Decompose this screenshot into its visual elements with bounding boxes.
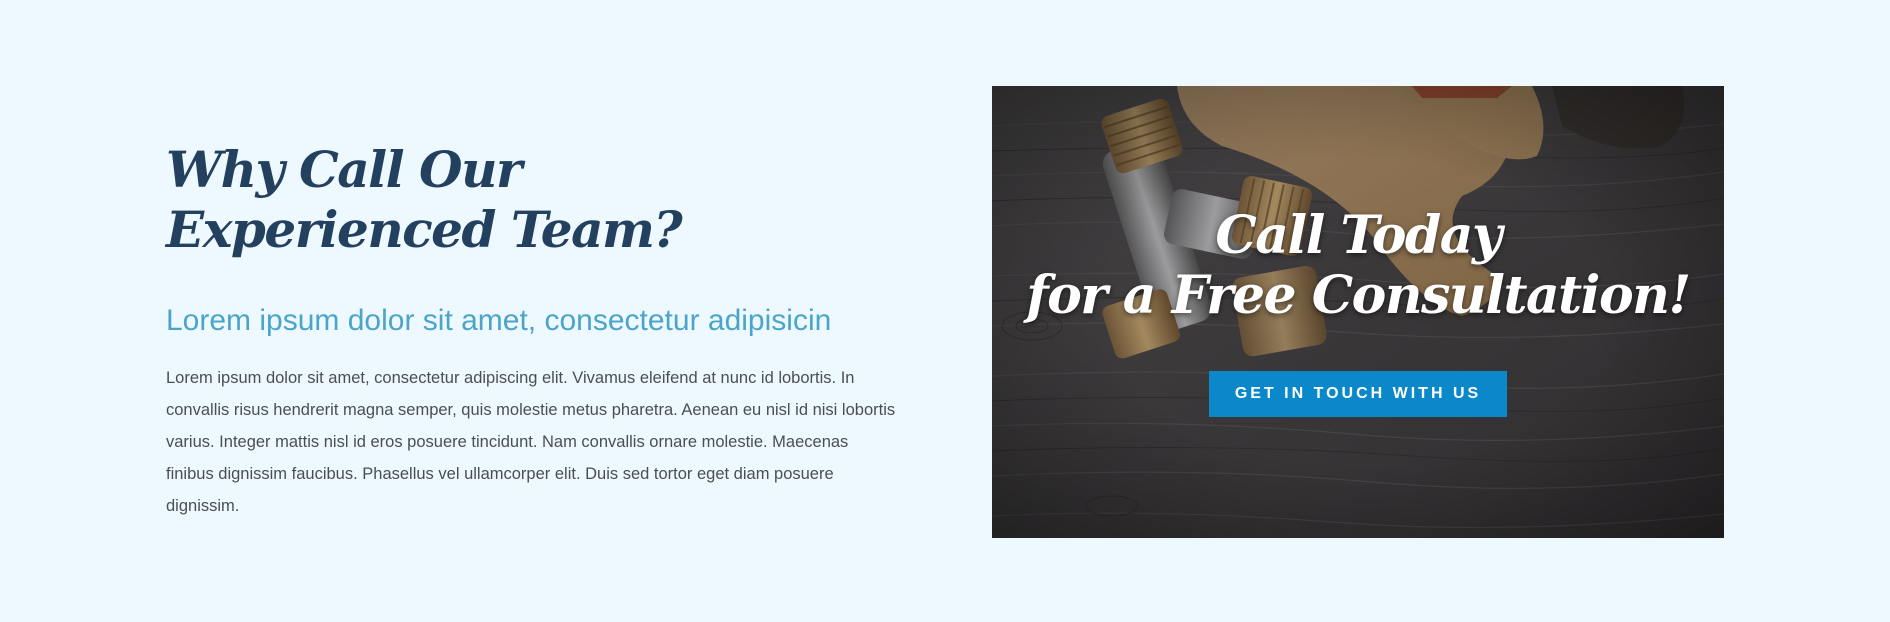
get-in-touch-button[interactable]: Get in touch with us — [1209, 371, 1507, 417]
promo-heading-line-1: Call Today — [1215, 205, 1502, 266]
section-heading: Why Call Our Experienced Team? — [166, 140, 896, 260]
promo-heading: Call Today for a Free Consultation! — [992, 206, 1724, 326]
section-body-text: Lorem ipsum dolor sit amet, consectetur … — [166, 369, 896, 515]
section-subheading: Lorem ipsum dolor sit amet, consectetur … — [166, 304, 832, 337]
heading-line-1: Why Call Our — [166, 140, 522, 199]
consultation-promo: Call Today for a Free Consultation! Get … — [992, 86, 1724, 538]
heading-line-2: Experienced Team? — [166, 200, 683, 259]
why-call-section: Why Call Our Experienced Team? Lorem ips… — [166, 140, 896, 515]
promo-heading-line-2: for a Free Consultation! — [1026, 265, 1691, 326]
